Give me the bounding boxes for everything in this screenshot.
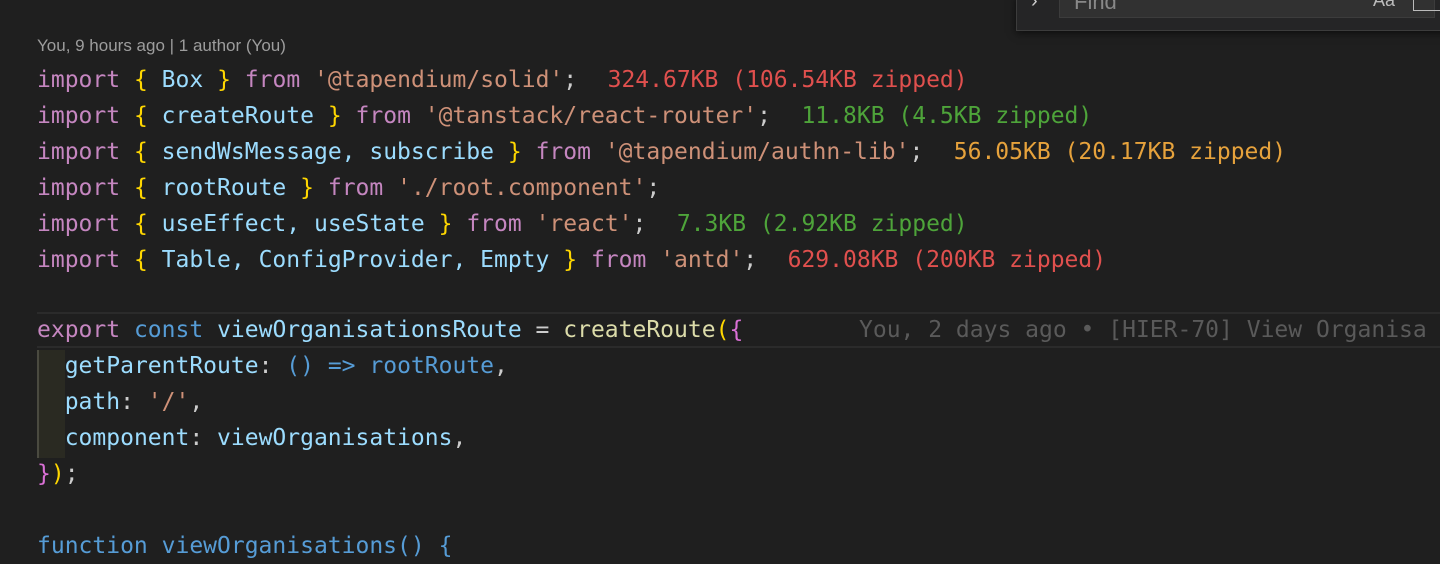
keyword-from: from [590, 247, 647, 273]
property-value-token: rootRoute [369, 353, 494, 379]
property-value-token: , [452, 425, 467, 451]
import-line[interactable]: import { Table, ConfigProvider, Empty } … [37, 242, 1440, 278]
brace-open: { [133, 67, 148, 93]
property-value-token: () [286, 353, 314, 379]
property-value-token: viewOrganisations [217, 425, 453, 451]
import-line[interactable]: import { Box } from '@tapendium/solid'; 3… [37, 62, 1440, 98]
property-key: path [64, 389, 121, 415]
keyword-import: import [37, 139, 121, 165]
import-cost-annotation: 56.05KB (20.17KB zipped) [953, 139, 1287, 165]
keyword-import: import [37, 103, 121, 129]
semicolon: ; [909, 139, 924, 165]
blank-line[interactable] [37, 278, 1440, 314]
property-value-token: => [313, 353, 370, 379]
semicolon: ; [757, 103, 771, 129]
create-route-call: createRoute [563, 317, 716, 343]
blank-line[interactable] [37, 492, 1440, 528]
brace-open: { [133, 175, 148, 201]
keyword-from: from [355, 103, 411, 129]
route-variable: viewOrganisationsRoute [217, 317, 522, 343]
brace-open: { [133, 139, 148, 165]
match-whole-word-toggle[interactable]: ab [1413, 0, 1440, 11]
imported-names: createRoute [147, 103, 328, 129]
keyword-import: import [37, 247, 121, 273]
import-line[interactable]: import { createRoute } from '@tanstack/r… [37, 98, 1440, 134]
brace-close: } [327, 103, 342, 129]
imported-names: rootRoute [147, 175, 301, 201]
brace-open: { [729, 317, 744, 343]
keyword-from: from [535, 139, 591, 165]
semicolon: ; [64, 461, 79, 487]
brace-close: } [217, 67, 231, 93]
colon: : [120, 389, 148, 415]
brace-open: { [133, 247, 148, 273]
keyword-from: from [244, 67, 301, 93]
import-cost-annotation: 629.08KB (200KB zipped) [787, 247, 1107, 273]
module-path: '@tanstack/react-router' [424, 103, 758, 129]
property-value-token: , [494, 353, 508, 379]
property-key: getParentRoute [64, 353, 259, 379]
partial-function-line: function viewOrganisations() { [37, 533, 453, 559]
imported-names: Box [147, 67, 218, 93]
object-property-line[interactable]: component: viewOrganisations, [37, 420, 1440, 456]
module-path: './root.component' [397, 175, 647, 201]
brace-close: } [507, 139, 522, 165]
brace-close: } [438, 211, 453, 237]
property-value-token: '/' [147, 389, 190, 415]
keyword-from: from [327, 175, 384, 201]
keyword-export: export [37, 317, 121, 343]
code-editor[interactable]: import { Box } from '@tapendium/solid'; 3… [37, 62, 1440, 564]
imported-names: Table, ConfigProvider, Empty [147, 247, 564, 273]
paren-open: ( [715, 317, 730, 343]
find-widget: › Find Aa ab [1016, 0, 1440, 31]
import-cost-annotation: 11.8KB (4.5KB zipped) [801, 103, 1093, 129]
brace-open: { [133, 103, 148, 129]
semicolon: ; [646, 175, 661, 201]
import-cost-annotation: 324.67KB (106.54KB zipped) [607, 67, 968, 93]
object-property-line[interactable]: getParentRoute: () => rootRoute, [37, 348, 1440, 384]
property-key: component [64, 425, 190, 451]
brace-close: } [37, 461, 51, 487]
paren-close: ) [50, 461, 65, 487]
brace-close: } [563, 247, 578, 273]
match-case-toggle[interactable]: Aa [1373, 0, 1395, 11]
import-line[interactable]: import { useEffect, useState } from 'rea… [37, 206, 1440, 242]
property-value-token: , [189, 389, 204, 415]
equals-sign: = [521, 317, 564, 343]
semicolon: ; [563, 67, 578, 93]
object-property-line[interactable]: path: '/', [37, 384, 1440, 420]
semicolon: ; [632, 211, 647, 237]
import-cost-annotation: 7.3KB (2.92KB zipped) [676, 211, 968, 237]
module-path: 'antd' [660, 247, 744, 273]
keyword-import: import [37, 67, 121, 93]
close-line[interactable]: }); [37, 456, 1440, 492]
export-line[interactable]: export const viewOrganisationsRoute = cr… [37, 312, 1440, 348]
module-path: '@tapendium/solid' [314, 67, 564, 93]
imported-names: sendWsMessage, subscribe [147, 139, 508, 165]
function-declaration-line[interactable]: function viewOrganisations() { [37, 528, 1440, 564]
keyword-import: import [37, 211, 121, 237]
keyword-import: import [37, 175, 121, 201]
import-line[interactable]: import { sendWsMessage, subscribe } from… [37, 134, 1440, 170]
inline-blame-annotation: You, 2 days ago • [HIER-70] View Organis… [859, 317, 1427, 343]
keyword-const: const [133, 317, 204, 343]
colon: : [258, 353, 287, 379]
expand-replace-chevron-icon[interactable]: › [1031, 0, 1038, 13]
imported-names: useEffect, useState [147, 211, 439, 237]
semicolon: ; [743, 247, 758, 273]
keyword-from: from [466, 211, 522, 237]
codelens-blame[interactable]: You, 9 hours ago | 1 author (You) [37, 36, 286, 56]
import-line[interactable]: import { rootRoute } from './root.compon… [37, 170, 1440, 206]
colon: : [189, 425, 218, 451]
module-path: '@tapendium/authn-lib' [604, 139, 910, 165]
module-path: 'react' [535, 211, 633, 237]
brace-open: { [133, 211, 148, 237]
brace-close: } [300, 175, 314, 201]
